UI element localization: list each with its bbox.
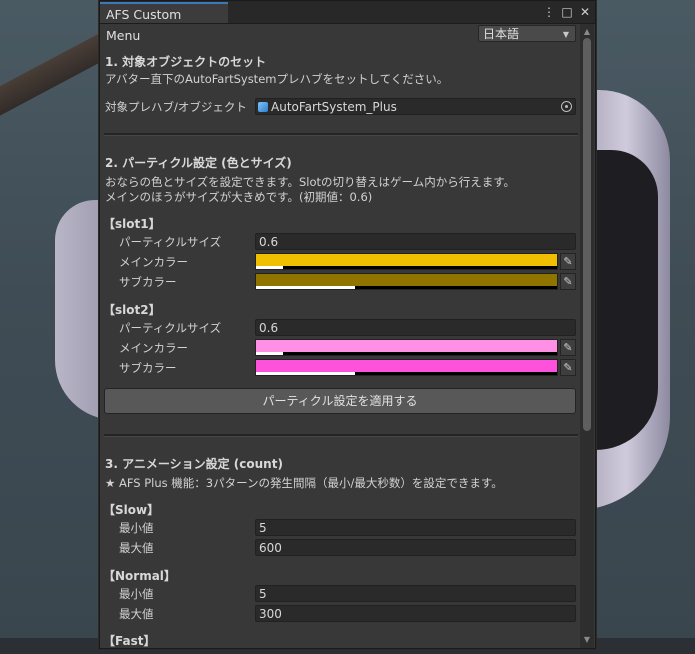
section1-heading: 1. 対象オブジェクトのセット — [105, 55, 267, 69]
title-bar: AFS Custom Menu ⋮ □ ✕ — [100, 1, 595, 43]
section2-heading: 2. パーティクル設定 (色とサイズ) — [105, 156, 292, 170]
slot1-main-color-label: メインカラー — [119, 255, 188, 269]
maximize-icon[interactable]: □ — [559, 2, 575, 22]
slot1-sub-color-swatch[interactable] — [255, 273, 558, 290]
slot1-size-field[interactable]: 0.6 — [255, 233, 576, 250]
language-value: 日本語 — [483, 27, 520, 41]
section3-description: ★ AFS Plus 機能：3パターンの発生間隔（最小/最大秒数）を設定できます… — [105, 476, 503, 490]
slot2-size-label: パーティクルサイズ — [119, 321, 222, 335]
normal-max-field[interactable]: 300 — [255, 605, 576, 622]
language-dropdown[interactable]: 日本語 ▼ — [478, 25, 576, 42]
normal-group-label: 【Normal】 — [103, 569, 176, 583]
slot2-size-field[interactable]: 0.6 — [255, 319, 576, 336]
slow-min-field[interactable]: 5 — [255, 519, 576, 536]
fast-group-label: 【Fast】 — [103, 634, 156, 648]
slot1-sub-color-label: サブカラー — [119, 275, 177, 289]
slot2-label: 【slot2】 — [103, 303, 161, 317]
normal-max-label: 最大値 — [119, 607, 154, 621]
close-icon[interactable]: ✕ — [577, 2, 593, 22]
slot1-size-label: パーティクルサイズ — [119, 235, 222, 249]
scrollbar-thumb[interactable] — [583, 38, 591, 431]
normal-min-field[interactable]: 5 — [255, 585, 576, 602]
chevron-down-icon: ▼ — [562, 30, 569, 39]
scroll-down-icon[interactable]: ▼ — [580, 634, 594, 646]
object-picker-icon[interactable] — [561, 101, 572, 112]
vertical-scrollbar[interactable]: ▲ ▼ — [580, 24, 594, 648]
slot1-main-color-swatch[interactable] — [255, 253, 558, 270]
afs-custom-menu-window: AFS Custom Menu ⋮ □ ✕ 日本語 ▼ 1. 対象オブジェクトの… — [99, 0, 596, 649]
target-object-field[interactable]: AutoFartSystem_Plus — [255, 98, 576, 115]
divider — [104, 434, 578, 437]
window-tab[interactable]: AFS Custom Menu — [100, 2, 228, 43]
normal-min-label: 最小値 — [119, 587, 154, 601]
slow-min-label: 最小値 — [119, 521, 154, 535]
eyedropper-icon[interactable]: ✎ — [560, 253, 576, 270]
prefab-icon — [258, 102, 268, 112]
slot2-main-color-swatch[interactable] — [255, 339, 558, 356]
apply-particle-settings-button[interactable]: パーティクル設定を適用する — [104, 388, 576, 414]
eyedropper-icon[interactable]: ✎ — [560, 273, 576, 290]
section2-description-2: メインのほうがサイズが大きめです。(初期値：0.6) — [105, 190, 373, 204]
slot2-main-color-label: メインカラー — [119, 341, 188, 355]
slow-max-field[interactable]: 600 — [255, 539, 576, 556]
eyedropper-icon[interactable]: ✎ — [560, 339, 576, 356]
section2-description-1: おならの色とサイズを設定できます。Slotの切り替えはゲーム内から行えます。 — [105, 175, 516, 189]
slot2-sub-color-swatch[interactable] — [255, 359, 558, 376]
slot2-sub-color-label: サブカラー — [119, 361, 177, 375]
slot1-label: 【slot1】 — [103, 217, 161, 231]
eyedropper-icon[interactable]: ✎ — [560, 359, 576, 376]
more-vertical-icon[interactable]: ⋮ — [541, 2, 557, 22]
target-object-label: 対象プレハブ/オブジェクト — [105, 100, 247, 114]
inspector-content: 日本語 ▼ 1. 対象オブジェクトのセット アバター直下のAutoFartSys… — [100, 24, 579, 648]
section1-description: アバター直下のAutoFartSystemプレハブをセットしてください。 — [105, 72, 449, 86]
target-object-value: AutoFartSystem_Plus — [271, 100, 397, 114]
section3-heading: 3. アニメーション設定 (count) — [105, 457, 283, 471]
scroll-up-icon[interactable]: ▲ — [580, 26, 594, 38]
divider — [104, 133, 578, 136]
slow-group-label: 【Slow】 — [103, 503, 160, 517]
slow-max-label: 最大値 — [119, 541, 154, 555]
